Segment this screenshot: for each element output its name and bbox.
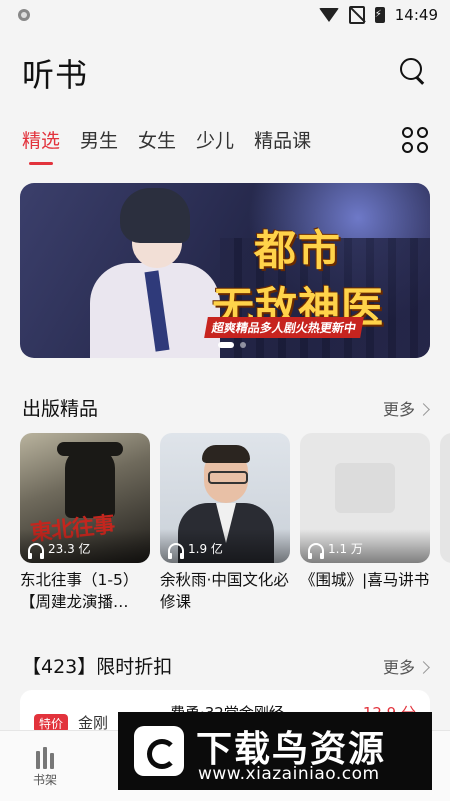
- book-card[interactable]: 1.1 万 《围城》|喜马讲书: [300, 433, 430, 613]
- carousel-indicator: [218, 342, 246, 348]
- book-cover: 1.9 亿: [160, 433, 290, 563]
- tab-male[interactable]: 男生: [80, 126, 118, 161]
- carousel-dot: [240, 342, 246, 348]
- section-title-discount: 【423】限时折扣: [22, 656, 173, 678]
- book-card[interactable]: 1.9 亿 余秋雨·中国文化必修课: [160, 433, 290, 613]
- all-categories-button[interactable]: [402, 127, 428, 153]
- headphones-icon: [168, 542, 184, 559]
- tab-female[interactable]: 女生: [138, 126, 176, 161]
- play-count: 23.3 亿: [28, 540, 91, 559]
- headphones-icon: [308, 542, 324, 559]
- bookshelf-icon: [22, 747, 68, 769]
- carousel-dot-active: [218, 342, 234, 348]
- play-count: 1.1 万: [308, 540, 363, 559]
- page-title: 听书: [22, 56, 89, 94]
- book-title: 《围城》|喜马讲书: [300, 571, 430, 589]
- grid-icon: [402, 127, 413, 138]
- tab-kids[interactable]: 少儿: [196, 126, 234, 161]
- category-tabs: 精选 男生 女生 少儿 精品课: [22, 126, 311, 165]
- tab-featured[interactable]: 精选: [22, 126, 60, 165]
- nav-bookshelf[interactable]: 书架: [22, 747, 68, 788]
- play-count: 1.9 亿: [168, 540, 223, 559]
- book-placeholder-icon: [335, 463, 395, 513]
- book-title: 余秋雨·中国文化必修课: [160, 571, 289, 611]
- banner-tagline: 超爽精品多人剧火热更新中: [204, 317, 364, 338]
- more-link-discount[interactable]: 更多: [383, 654, 430, 678]
- no-sim-icon: [348, 6, 365, 24]
- search-button[interactable]: [398, 56, 428, 86]
- section-title-published: 出版精品: [22, 398, 99, 420]
- status-time: 14:49: [394, 6, 438, 24]
- chevron-right-icon: [417, 661, 430, 674]
- chevron-right-icon: [417, 403, 430, 416]
- watermark: 下载鸟资源 www.xiazainiao.com: [118, 712, 432, 790]
- book-cover: 東北往事 23.3 亿: [20, 433, 150, 563]
- status-bar: 14:49: [0, 0, 450, 30]
- promo-banner[interactable]: 都市 无敌神医 超爽精品多人剧火热更新中: [20, 183, 430, 358]
- book-title: 东北往事（1-5）【周建龙演播…: [20, 571, 139, 611]
- wifi-icon: [318, 8, 339, 22]
- book-card[interactable]: 東北往事 23.3 亿 东北往事（1-5）【周建龙演播…: [20, 433, 150, 613]
- tab-premium-course[interactable]: 精品课: [254, 126, 311, 161]
- status-icons: 14:49: [318, 6, 438, 24]
- published-list: 東北往事 23.3 亿 东北往事（1-5）【周建龙演播… 1.9 亿 余秋雨·中…: [20, 433, 450, 613]
- headphones-icon: [28, 542, 44, 559]
- battery-charging-icon: [374, 7, 385, 23]
- bird-logo-icon: [134, 726, 184, 776]
- book-card-partial[interactable]: [440, 433, 450, 563]
- book-cover: 1.1 万: [300, 433, 430, 563]
- more-link-published[interactable]: 更多: [383, 396, 430, 420]
- shield-icon: [18, 9, 30, 21]
